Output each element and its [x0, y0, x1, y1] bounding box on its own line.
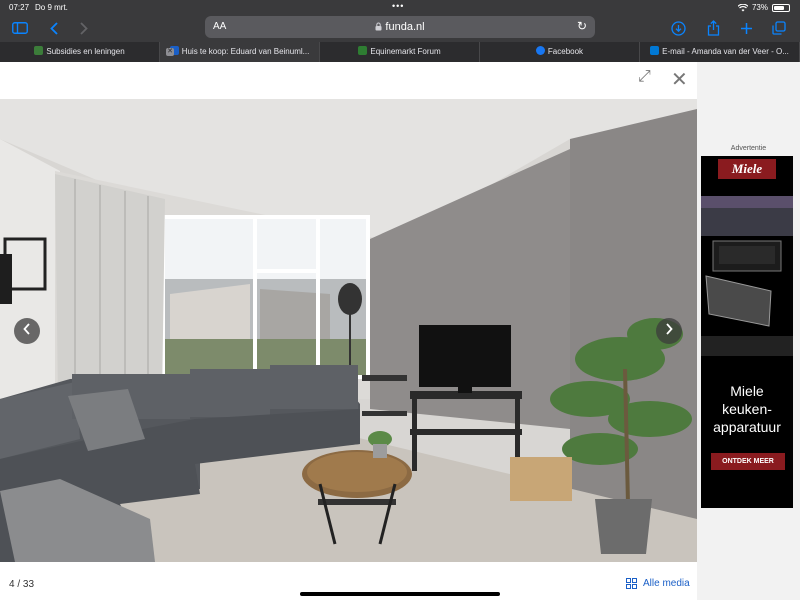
photo-counter: 4 / 33: [9, 579, 35, 590]
lock-icon: [375, 22, 382, 31]
tab-facebook[interactable]: Facebook: [480, 42, 640, 62]
tab-equinemarkt[interactable]: Equinemarkt Forum: [320, 42, 480, 62]
tab-overview-button[interactable]: [769, 18, 789, 38]
chevron-left-icon: [23, 323, 30, 335]
grid-icon: [626, 578, 637, 589]
plus-icon: [740, 22, 752, 34]
download-icon: [670, 20, 686, 36]
tab-label: Equinemarkt Forum: [370, 47, 441, 56]
ad-label: Advertentie: [730, 145, 767, 152]
url-label: funda.nl: [385, 21, 425, 33]
battery-percent: 73%: [751, 3, 768, 12]
new-tab-button[interactable]: [736, 18, 756, 38]
downloads-button[interactable]: [668, 18, 688, 38]
tab-label: E-mail - Amanda van der Veer - O...: [662, 47, 789, 56]
all-media-button[interactable]: Alle media: [626, 578, 690, 589]
fullscreen-icon[interactable]: ⤢: [638, 68, 651, 86]
tab-email[interactable]: E-mail - Amanda van der Veer - O...: [640, 42, 800, 62]
close-tab-icon[interactable]: ✕: [166, 48, 174, 56]
ad-sidebar: Advertentie Miele Miele keuken- apparatu…: [697, 62, 800, 600]
status-date: Do 9 mrt.: [35, 3, 68, 12]
miele-logo: Miele: [718, 159, 776, 179]
forward-button[interactable]: [76, 18, 92, 38]
tab-bar: Subsidies en leningen ✕ Huis te koop: Edu…: [0, 42, 800, 62]
tab-label: Subsidies en leningen: [46, 47, 125, 56]
back-button[interactable]: [46, 18, 62, 38]
oven-product-image: [701, 196, 793, 356]
share-button[interactable]: [703, 18, 723, 38]
tab-favicon-icon: [535, 46, 545, 55]
tab-label: Huis te koop: Eduard van Beinuml...: [181, 47, 310, 56]
photo-gallery: ⤢ ✕ 4 / 33 Alle media: [0, 62, 697, 600]
share-icon: [707, 20, 719, 36]
sidebar-toggle-icon[interactable]: [10, 18, 30, 38]
url-text[interactable]: funda.nl: [205, 21, 595, 33]
chevron-right-icon: [80, 21, 88, 35]
ad-headline-line: apparatuur: [713, 419, 781, 435]
tab-favicon-icon: [34, 46, 44, 55]
ontdek-meer-button[interactable]: ONTDEK MEER: [711, 453, 785, 470]
previous-photo-button[interactable]: [14, 318, 40, 344]
ad-headline-line: Miele: [730, 383, 764, 399]
chevron-left-icon: [50, 21, 58, 35]
address-bar[interactable]: AA funda.nl ↻: [205, 16, 595, 38]
tabs-icon: [772, 21, 786, 35]
battery-icon: [772, 3, 790, 12]
home-indicator[interactable]: [300, 592, 500, 596]
close-gallery-icon[interactable]: ✕: [671, 67, 688, 92]
ad-headline: Miele keuken- apparatuur: [701, 382, 793, 436]
tab-favicon-icon: [358, 46, 368, 55]
chevron-right-icon: [666, 323, 673, 335]
ad-headline-line: keuken-: [722, 401, 772, 417]
next-photo-button[interactable]: [656, 318, 682, 344]
reload-icon[interactable]: ↻: [577, 19, 587, 33]
miele-advertisement[interactable]: Miele Miele keuken- apparatuur ONTDEK ME…: [701, 156, 793, 508]
living-room-photo: [0, 99, 697, 562]
wifi-icon: [737, 3, 748, 11]
tab-funda[interactable]: ✕ Huis te koop: Eduard van Beinuml...: [160, 42, 320, 62]
tab-label: Facebook: [547, 47, 584, 56]
multitasking-dots-icon[interactable]: •••: [392, 1, 404, 11]
gallery-photo[interactable]: [0, 99, 697, 562]
tab-favicon-icon: [650, 46, 660, 55]
battery-fill: [774, 5, 785, 10]
status-time: 07:27: [9, 3, 30, 12]
status-bar: 07:27 Do 9 mrt. ••• 73%: [0, 0, 800, 14]
all-media-label: Alle media: [643, 578, 690, 589]
tab-subsidies[interactable]: Subsidies en leningen: [0, 42, 160, 62]
